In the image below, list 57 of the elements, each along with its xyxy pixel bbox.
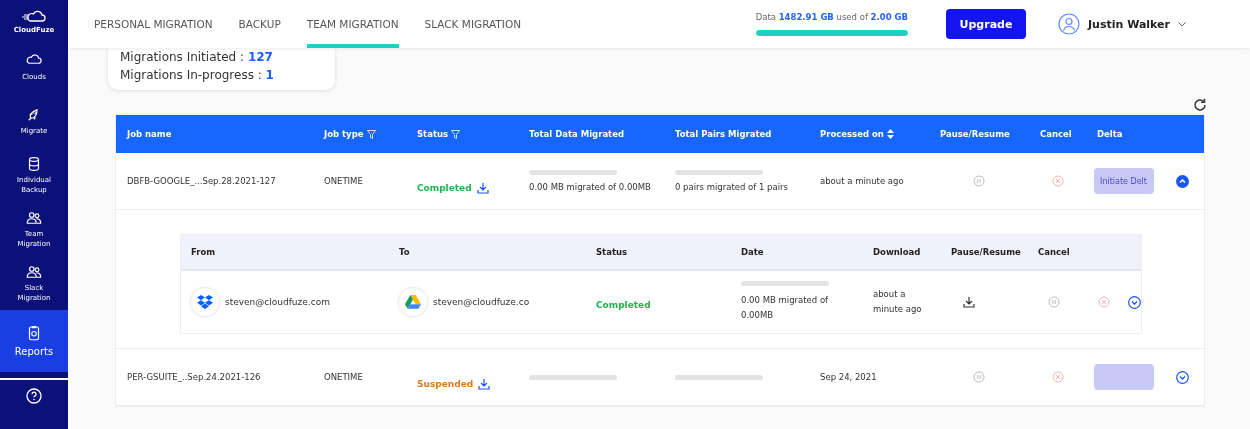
status-text: Completed	[417, 183, 472, 193]
account-email: steven@cloudfuze.com	[225, 297, 330, 307]
column-header: From	[190, 247, 217, 257]
nav-tab[interactable]: SLACK MIGRATION	[424, 0, 521, 48]
expand-icon[interactable]	[1128, 295, 1141, 309]
drive-logo-icon	[399, 288, 427, 316]
nav-tab[interactable]: BACKUP	[238, 0, 281, 48]
download-icon[interactable]	[476, 182, 489, 194]
time-text: about a minute ago	[873, 287, 923, 316]
progress-text: 0 pairs migrated of 1 pairs	[675, 182, 789, 192]
caret-icon[interactable]	[1178, 21, 1186, 27]
column-header: Total Data Migrated	[529, 129, 625, 139]
status-text: Completed	[596, 299, 651, 310]
table-cell-text: about a minute ago	[819, 176, 905, 186]
download-icon[interactable]	[963, 295, 975, 308]
storage-usage-text: Data 1482.91 GB used of 2.00 GB	[755, 12, 908, 24]
dropbox-logo-icon	[191, 288, 219, 316]
column-header: Pause/Resume	[950, 247, 1022, 257]
account-email: steven@cloudfuze.co	[433, 297, 530, 307]
stat-text: Migrations Initiated : 127	[120, 50, 274, 64]
filter-icon[interactable]	[366, 129, 376, 139]
refresh-icon[interactable]	[1193, 98, 1207, 112]
table-cell-text: Sep 24, 2021	[819, 372, 878, 382]
initiate-delta-button[interactable]: Initiate Delt	[1093, 168, 1154, 194]
cloud-logo-icon	[21, 10, 47, 24]
expand-icon[interactable]	[1176, 370, 1189, 384]
column-header: Cancel	[1037, 247, 1071, 257]
column-header: Total Pairs Migrated	[675, 129, 772, 139]
user-avatar-icon[interactable]	[1058, 13, 1080, 35]
column-header: Job name	[127, 129, 172, 139]
table-cell-text: ONETIME	[323, 372, 364, 382]
column-header: Delta	[1097, 129, 1123, 139]
column-header: Date	[740, 247, 765, 257]
sidebar-item[interactable]: Reports	[0, 310, 68, 372]
table-cell-text: DBFB-GOOGLE_...Sep.28.2021-127	[126, 176, 277, 186]
progress-text: 0.00 MB migrated of 0.00MB	[741, 293, 830, 322]
column-header: Processed on	[820, 129, 884, 139]
column-header: Download	[872, 247, 922, 257]
download-icon[interactable]	[478, 378, 491, 390]
status-text: Suspended	[417, 379, 474, 389]
filter-icon[interactable]	[451, 129, 461, 139]
column-header: Cancel	[1040, 129, 1072, 139]
progress-text: 0.00 MB migrated of 0.00MB	[529, 182, 652, 192]
sort-icon[interactable]	[886, 129, 894, 139]
column-header: Job type	[324, 129, 364, 139]
column-header: To	[398, 247, 411, 257]
column-header: Status	[595, 247, 629, 257]
nav-tab[interactable]: PERSONAL MIGRATION	[94, 0, 213, 48]
upgrade-button[interactable]: Upgrade	[946, 9, 1026, 39]
collapse-icon[interactable]	[1176, 174, 1189, 188]
stat-text: Migrations In-progress : 1	[120, 68, 275, 82]
user-name[interactable]: Justin Walker	[1088, 17, 1170, 31]
table-cell-text: PER-GSUITE_..Sep.24.2021-126	[126, 372, 262, 382]
table-cell-text: ONETIME	[323, 176, 364, 186]
help-icon[interactable]	[26, 388, 42, 404]
column-header: Status	[417, 129, 449, 139]
column-header: Pause/Resume	[940, 129, 1010, 139]
